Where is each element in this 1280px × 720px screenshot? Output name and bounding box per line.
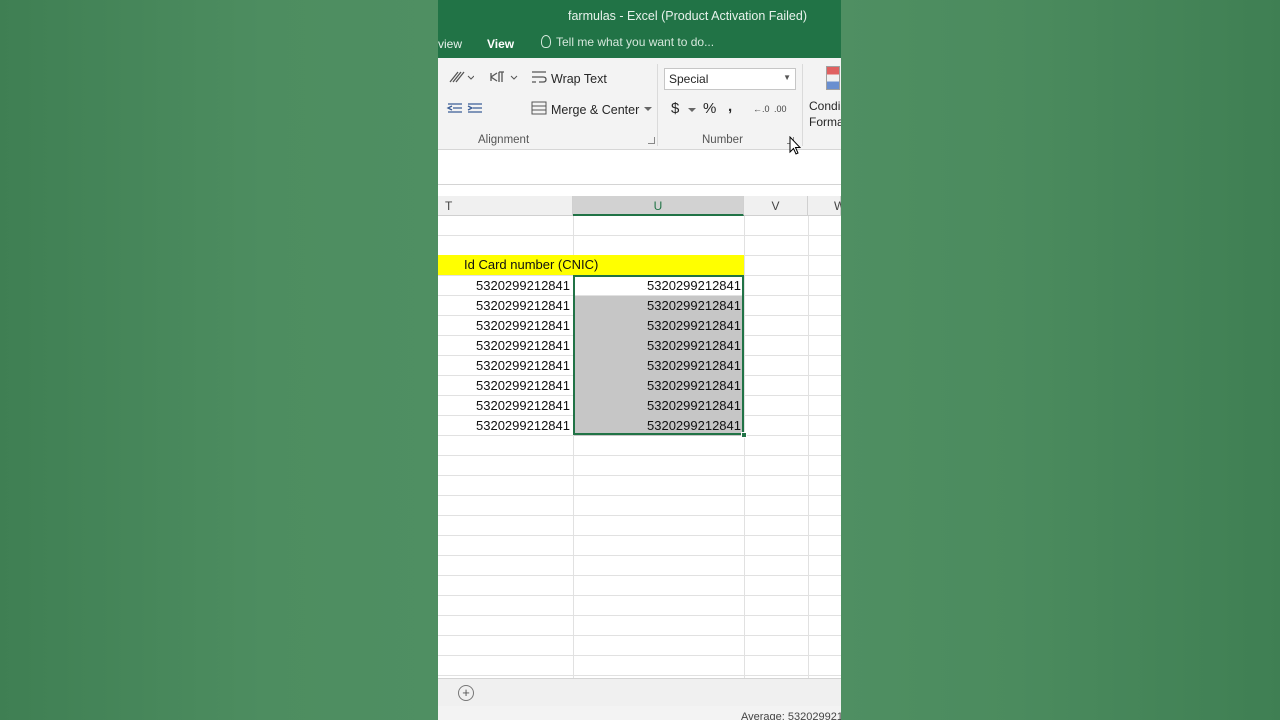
- lightbulb-icon: [541, 35, 551, 48]
- fill-handle[interactable]: [741, 432, 747, 438]
- text-direction-icon[interactable]: [490, 70, 518, 84]
- status-bar: Average: 532029921: [438, 706, 841, 720]
- chevron-down-icon: ▼: [783, 73, 791, 82]
- row-gridline: [438, 475, 841, 476]
- column-header-t[interactable]: T: [438, 196, 573, 216]
- cell-u[interactable]: 5320299212841: [574, 356, 744, 376]
- svg-text:.00: .00: [774, 104, 787, 114]
- blurred-background-right: [841, 0, 1280, 720]
- alignment-launcher-icon[interactable]: [648, 137, 655, 144]
- alignment-group-label: Alignment: [478, 134, 530, 146]
- cell-u[interactable]: 5320299212841: [574, 416, 744, 436]
- row-gridline: [438, 615, 841, 616]
- cell-u[interactable]: 5320299212841: [574, 396, 744, 416]
- number-format-value: Special: [669, 72, 709, 86]
- row-gridline: [438, 555, 841, 556]
- row-gridline: [438, 595, 841, 596]
- decimal-buttons-icon[interactable]: ←.0 .00: [752, 100, 792, 116]
- tab-view[interactable]: View: [487, 37, 514, 51]
- tab-review[interactable]: view: [438, 37, 462, 51]
- worksheet-grid[interactable]: T U V W Id Card number (CNIC) 5320299212…: [438, 196, 841, 678]
- ribbon: Wrap Text Merge & Center Alignment Speci…: [438, 58, 841, 150]
- number-format-dropdown[interactable]: Special ▼: [664, 68, 796, 90]
- cell-u[interactable]: 5320299212841: [574, 276, 744, 296]
- column-gridline: [808, 216, 809, 678]
- row-gridline: [438, 535, 841, 536]
- cell-t[interactable]: 5320299212841: [438, 276, 573, 296]
- row-gridline: [438, 455, 841, 456]
- row-gridline: [438, 235, 841, 236]
- cell-u[interactable]: 5320299212841: [574, 376, 744, 396]
- column-header-u[interactable]: U: [573, 196, 744, 216]
- add-sheet-button[interactable]: +: [458, 685, 474, 701]
- tell-me-box[interactable]: Tell me what you want to do...: [541, 35, 714, 49]
- row-gridline: [438, 655, 841, 656]
- cell-t[interactable]: 5320299212841: [438, 356, 573, 376]
- conditional-formatting-button[interactable]: Condi Forma: [809, 98, 841, 130]
- cnic-header-cell[interactable]: Id Card number (CNIC): [438, 255, 744, 275]
- cell-u[interactable]: 5320299212841: [574, 316, 744, 336]
- window-title: farmulas - Excel (Product Activation Fai…: [568, 9, 807, 23]
- row-gridline: [438, 575, 841, 576]
- chevron-down-icon[interactable]: [644, 107, 652, 112]
- column-header-w[interactable]: W: [808, 196, 841, 216]
- percent-button[interactable]: %: [703, 100, 716, 117]
- blurred-background-left: [0, 0, 438, 720]
- wrap-text-button[interactable]: Wrap Text: [551, 72, 607, 86]
- row-gridline: [438, 635, 841, 636]
- currency-button[interactable]: $: [671, 100, 679, 117]
- group-divider: [657, 64, 658, 146]
- chevron-down-icon[interactable]: [688, 108, 696, 113]
- sheet-tab-bar: +: [438, 678, 841, 706]
- formula-bar-area: [438, 151, 841, 185]
- mouse-pointer-icon: [789, 136, 801, 155]
- cell-u[interactable]: 5320299212841: [574, 336, 744, 356]
- cell-t[interactable]: 5320299212841: [438, 336, 573, 356]
- comma-style-button[interactable]: ,: [728, 98, 732, 115]
- merge-center-icon: [531, 101, 547, 115]
- cell-t[interactable]: 5320299212841: [438, 396, 573, 416]
- cell-t[interactable]: 5320299212841: [438, 296, 573, 316]
- row-gridline: [438, 495, 841, 496]
- row-gridline: [438, 675, 841, 676]
- wrap-text-icon: [532, 71, 547, 83]
- excel-window: farmulas - Excel (Product Activation Fai…: [438, 0, 841, 720]
- row-gridline: [438, 515, 841, 516]
- tell-me-placeholder: Tell me what you want to do...: [556, 35, 715, 49]
- cell-u[interactable]: 5320299212841: [574, 296, 744, 316]
- title-bar: farmulas - Excel (Product Activation Fai…: [438, 0, 841, 58]
- column-gridline: [744, 216, 745, 678]
- number-group-label: Number: [702, 134, 743, 146]
- orientation-icon[interactable]: [448, 70, 474, 84]
- indent-icons[interactable]: [446, 101, 486, 115]
- column-header-v[interactable]: V: [744, 196, 808, 216]
- svg-text:←.0: ←.0: [753, 104, 770, 114]
- conditional-formatting-icon: [826, 66, 840, 90]
- cell-t[interactable]: 5320299212841: [438, 416, 573, 436]
- cell-t[interactable]: 5320299212841: [438, 376, 573, 396]
- status-average: Average: 532029921: [741, 711, 841, 720]
- group-divider: [802, 64, 803, 146]
- cell-t[interactable]: 5320299212841: [438, 316, 573, 336]
- merge-center-button[interactable]: Merge & Center: [551, 103, 639, 117]
